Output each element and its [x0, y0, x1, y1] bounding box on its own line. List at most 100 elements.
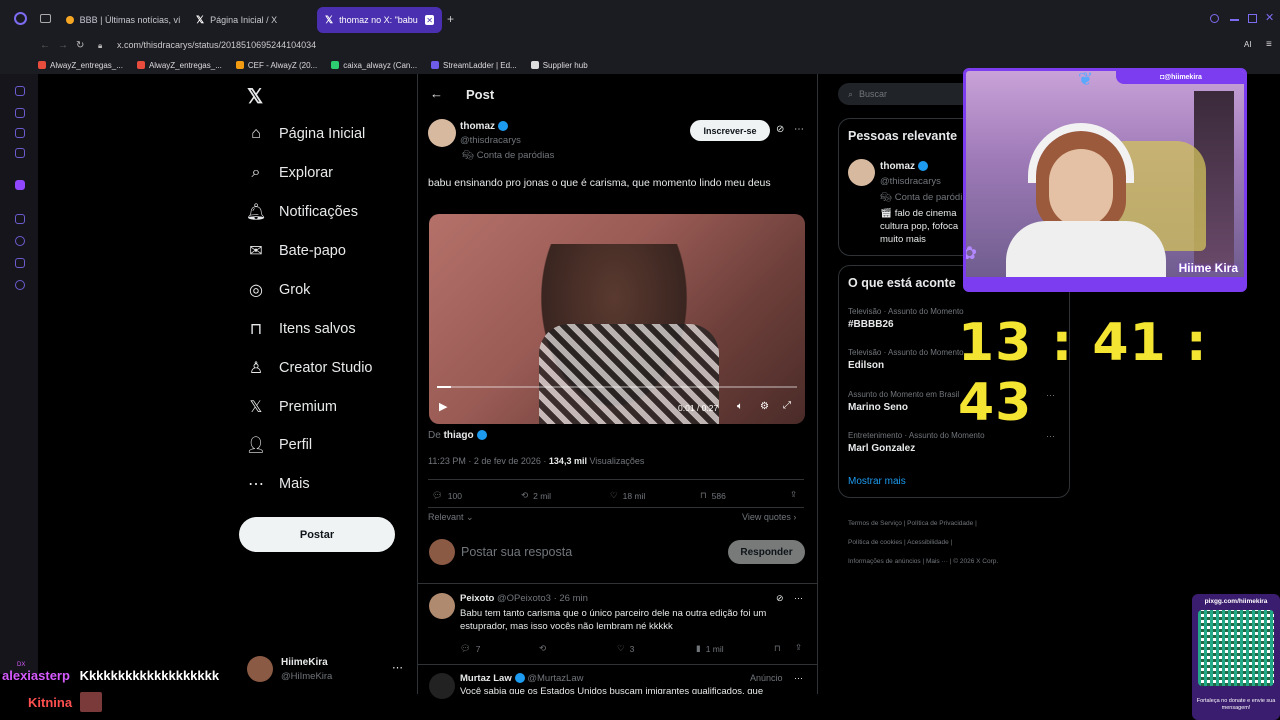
maximize-icon[interactable] — [1248, 14, 1257, 23]
person-name[interactable]: thomaz — [880, 161, 928, 172]
twitch-icon[interactable] — [15, 180, 25, 190]
verified-badge-icon — [498, 121, 508, 132]
bookmark-icon: ⊓ — [700, 490, 707, 500]
history-icon[interactable] — [15, 236, 25, 246]
bookmark-item[interactable]: Supplier hub — [530, 61, 588, 70]
bookmark-item[interactable]: AlwayZ_entregas_... — [136, 61, 222, 70]
footer-link[interactable]: Acessibilidade — [907, 539, 949, 546]
reload-icon[interactable]: ↻ — [76, 40, 84, 51]
chat-text: Kkkkkkkkkkkkkkkkkkk — [79, 668, 220, 683]
bookmark-item[interactable]: caixa_alwayz (Can... — [331, 61, 417, 70]
share-icon[interactable]: ⇪ — [790, 489, 797, 500]
like-stat[interactable]: ♡ 18 mil — [610, 490, 645, 501]
new-tab-button[interactable]: + — [447, 12, 454, 26]
reply-like-stat[interactable]: ♡ 3 — [617, 643, 634, 654]
x-logo-icon[interactable]: 𝕏 — [247, 84, 263, 109]
close-tab-icon[interactable]: ✕ — [425, 15, 434, 25]
tab-bbb[interactable]: BBB | Últimas notícias, víd — [58, 7, 188, 33]
tab-home-x[interactable]: 𝕏 Página Inicial / X — [188, 7, 313, 33]
bookmark-item[interactable]: AlwayZ_entregas_... — [38, 61, 123, 70]
sort-relevant-dropdown[interactable]: Relevant ⌄ — [428, 512, 474, 523]
footer-link[interactable]: Termos de Serviço — [848, 520, 902, 527]
author-name[interactable]: thomaz — [460, 121, 508, 132]
compose-post-button[interactable]: Postar — [239, 517, 395, 552]
bookmark-icon[interactable]: ⊓ — [774, 643, 781, 654]
browser-menu-dots-icon[interactable]: ≡ — [1266, 39, 1272, 50]
site-info-icon[interactable]: 🔒︎ — [98, 41, 102, 51]
settings-icon[interactable] — [15, 280, 25, 290]
minimize-icon[interactable] — [1230, 19, 1239, 21]
grok-post-icon[interactable]: ⊘ — [776, 593, 784, 604]
footer-link[interactable]: Política de cookies — [848, 539, 902, 546]
nav-home[interactable]: ⌂ Página Inicial — [247, 122, 365, 146]
sidebar-app-icon[interactable] — [15, 214, 25, 224]
reply-repost-stat[interactable]: ⟲ — [539, 643, 546, 654]
reply-reply-stat[interactable]: 💬︎ 7 — [460, 643, 481, 654]
post-more-icon[interactable]: ⋯ — [794, 124, 804, 135]
nav-notifications[interactable]: 🔔︎ Notificações — [246, 200, 358, 224]
close-window-icon[interactable]: ✕ — [1265, 11, 1274, 24]
browser-menu-icon[interactable] — [14, 12, 27, 25]
ai-button[interactable]: AI — [1244, 40, 1252, 49]
reply-more-icon[interactable]: ⋯ — [794, 593, 803, 604]
repost-stat[interactable]: ⟲ 2 mil — [521, 490, 551, 501]
reply-more-icon[interactable]: ⋯ — [794, 673, 803, 684]
nav-explore[interactable]: ⌕ Explorar — [247, 161, 333, 185]
forward-icon[interactable]: → — [58, 40, 68, 51]
nav-more[interactable]: ⋯ Mais — [247, 472, 310, 496]
author-avatar[interactable] — [428, 119, 456, 147]
subscribe-button[interactable]: Inscrever-se — [690, 120, 770, 141]
person-avatar[interactable] — [848, 159, 875, 186]
bookmark-stat[interactable]: ⊓ 586 — [700, 490, 726, 501]
sidebar-app-icon[interactable] — [15, 148, 25, 158]
reply-stat[interactable]: 💬︎ 100 — [432, 490, 462, 501]
sidebar-app-icon[interactable] — [15, 258, 25, 268]
sidebar-app-icon[interactable] — [15, 86, 25, 96]
tab-post-active[interactable]: 𝕏 thomaz no X: "babu en ✕ — [317, 7, 442, 33]
source-user-link[interactable]: thiago — [444, 430, 474, 441]
show-more-link[interactable]: Mostrar mais — [848, 476, 906, 487]
grok-post-icon[interactable]: ⊘ — [776, 124, 784, 135]
author-handle[interactable]: @thisdracarys — [460, 135, 521, 146]
trend-item[interactable]: Entretenimento · Assunto do Momento Marl… — [848, 431, 1058, 454]
nav-profile[interactable]: 👤︎ Perfil — [246, 433, 312, 457]
footer-link[interactable]: Política de Privacidade — [907, 520, 973, 527]
handle-badge: ◘ @hiimekira — [1116, 71, 1244, 84]
reply-button[interactable]: Responder — [728, 540, 805, 564]
reply-avatar[interactable] — [429, 593, 455, 619]
url-field[interactable]: x.com/thisdracarys/status/20185106952441… — [117, 40, 316, 50]
account-avatar[interactable] — [247, 656, 273, 682]
account-menu-icon[interactable]: ⋯ — [392, 661, 403, 674]
reply-avatar[interactable] — [429, 673, 455, 699]
nav-grok[interactable]: ◎ Grok — [247, 278, 310, 302]
nav-bookmarks[interactable]: ⊓ Itens salvos — [247, 317, 356, 341]
bookmark-item[interactable]: CEF - AlwayZ (20... — [235, 61, 317, 70]
fullscreen-icon[interactable]: ⤢ — [783, 400, 791, 411]
tab-overview-icon[interactable] — [40, 14, 51, 23]
nav-chat[interactable]: ✉ Bate-papo — [247, 239, 346, 263]
post-video[interactable]: ▶ 0:01 / 0:27 🔈︎ ⚙ ⤢ — [429, 214, 805, 424]
view-quotes-link[interactable]: View quotes › — [742, 512, 796, 522]
bookmark-item[interactable]: StreamLadder | Ed... — [431, 61, 517, 70]
reply-author[interactable]: Peixoto — [460, 593, 494, 604]
share-icon[interactable]: ⇪ — [795, 642, 802, 653]
qr-url: pixgg.com/hiimekira — [1204, 598, 1268, 605]
back-icon[interactable]: ← — [40, 40, 50, 51]
search-input[interactable]: ⌕ Buscar — [838, 83, 968, 105]
sidebar-app-icon[interactable] — [15, 108, 25, 118]
sidebar-app-icon[interactable] — [15, 128, 25, 138]
back-arrow-icon[interactable]: ← — [430, 86, 443, 101]
footer-link[interactable]: Informações de anúncios — [848, 558, 921, 565]
settings-icon[interactable]: ⚙ — [760, 401, 769, 412]
reply-views-stat[interactable]: ▮ 1 mil — [696, 643, 724, 654]
nav-creator-studio[interactable]: ♙ Creator Studio — [247, 356, 373, 380]
volume-icon[interactable]: 🔈︎ — [737, 401, 743, 412]
verified-badge-icon — [918, 161, 928, 172]
footer-link[interactable]: Mais ··· — [926, 558, 948, 565]
play-icon[interactable]: ▶ — [439, 400, 447, 413]
reply-input[interactable]: Postar sua resposta — [461, 545, 572, 559]
search-tabs-icon[interactable] — [1210, 14, 1219, 23]
nav-premium[interactable]: 𝕏 Premium — [247, 395, 337, 419]
video-progress-track[interactable] — [437, 386, 797, 388]
reply-author[interactable]: Murtaz Law — [460, 673, 512, 684]
